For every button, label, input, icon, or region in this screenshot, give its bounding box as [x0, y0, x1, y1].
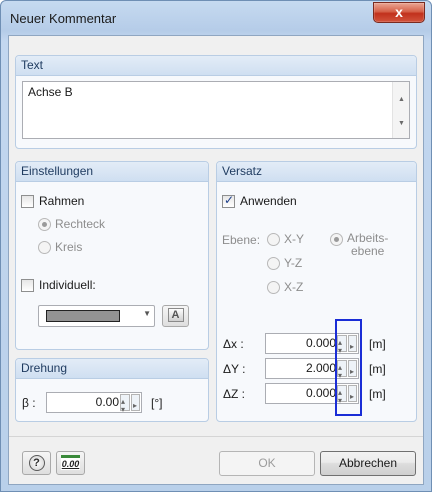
- anwenden-checkbox[interactable]: [222, 193, 235, 208]
- versatz-header: Versatz: [217, 162, 416, 182]
- arbeitsebene-radio[interactable]: [330, 233, 343, 246]
- dx-label: Δx :: [223, 337, 244, 351]
- text-style-icon: A: [167, 308, 184, 322]
- rahmen-checkbox-row[interactable]: Rahmen: [21, 194, 84, 208]
- kreis-radio-row[interactable]: Kreis: [38, 240, 82, 254]
- kreis-radio[interactable]: [38, 240, 51, 254]
- rechteck-radio-row[interactable]: Rechteck: [38, 217, 105, 231]
- rahmen-checkbox[interactable]: [21, 194, 34, 208]
- text-group: Text Achse B ▲ ▼: [15, 55, 417, 149]
- cancel-button[interactable]: Abbrechen: [320, 451, 416, 476]
- spinner-highlight-box: [335, 319, 362, 416]
- text-group-header: Text: [16, 56, 416, 76]
- rechteck-radio[interactable]: [38, 217, 51, 231]
- xz-radio-row[interactable]: X-Z: [267, 280, 303, 294]
- dx-value: 0.000: [305, 336, 336, 350]
- font-picker-button[interactable]: A: [162, 305, 189, 327]
- individuell-checkbox[interactable]: [21, 278, 34, 292]
- xy-radio-row[interactable]: X-Y: [267, 232, 304, 246]
- beta-input[interactable]: 0.00: [46, 392, 142, 419]
- versatz-group: Versatz Anwenden Ebene: X-Y Y-Z X-Z: [216, 161, 417, 422]
- beta-label: β :: [22, 396, 36, 410]
- close-button[interactable]: x: [373, 2, 425, 23]
- einstellungen-header: Einstellungen: [16, 162, 208, 182]
- xy-radio[interactable]: [267, 232, 280, 246]
- ebene-label: Ebene:: [222, 233, 261, 247]
- dx-unit: [m]: [369, 337, 386, 351]
- beta-spinner[interactable]: [120, 392, 140, 419]
- ok-button[interactable]: OK: [219, 451, 315, 476]
- dialog-client-area: Text Achse B ▲ ▼ Einstellungen Rahmen Re…: [8, 35, 424, 485]
- beta-value: 0.00: [95, 395, 119, 409]
- title-bar[interactable]: Neuer Kommentar x: [1, 1, 431, 35]
- einstellungen-group: Einstellungen Rahmen Rechteck Kreis Indi…: [15, 161, 209, 350]
- arbeitsebene-radio-row[interactable]: Arbeits- ebene: [330, 232, 388, 258]
- text-scrollbar[interactable]: ▲ ▼: [392, 82, 409, 138]
- help-icon: ?: [28, 455, 45, 471]
- dz-label: ΔZ :: [223, 387, 246, 401]
- drehung-group: Drehung β : 0.00 [°]: [15, 358, 209, 422]
- decimal-places-icon: 0.00: [60, 455, 81, 470]
- yz-label: Y-Z: [284, 256, 303, 270]
- arbeitsebene-label-2: ebene: [350, 244, 385, 258]
- units-button[interactable]: 0.00: [56, 451, 85, 475]
- individuell-label: Individuell:: [39, 278, 96, 292]
- anwenden-checkbox-row[interactable]: Anwenden: [222, 193, 297, 208]
- dz-value: 0.000: [305, 386, 336, 400]
- comment-text-value: Achse B: [28, 85, 73, 99]
- rechteck-label: Rechteck: [55, 217, 106, 231]
- xz-radio[interactable]: [267, 280, 280, 294]
- yz-radio[interactable]: [267, 256, 280, 270]
- arbeitsebene-label-block: Arbeits- ebene: [347, 232, 388, 258]
- dialog-window: Neuer Kommentar x Text Achse B ▲ ▼ Einst…: [0, 0, 432, 492]
- anwenden-label: Anwenden: [240, 194, 297, 208]
- rahmen-label: Rahmen: [39, 194, 85, 208]
- dz-unit: [m]: [369, 387, 386, 401]
- beta-unit: [°]: [151, 396, 163, 410]
- scroll-down-icon[interactable]: ▼: [393, 120, 410, 127]
- individuell-checkbox-row[interactable]: Individuell:: [21, 278, 96, 292]
- dy-value: 2.000: [305, 361, 336, 375]
- comment-text-input[interactable]: Achse B ▲ ▼: [22, 81, 410, 139]
- dy-unit: [m]: [369, 362, 386, 376]
- drehung-header: Drehung: [16, 359, 208, 379]
- yz-radio-row[interactable]: Y-Z: [267, 256, 302, 270]
- close-icon: x: [395, 4, 403, 20]
- beta-up-down-icon[interactable]: [120, 392, 130, 419]
- xy-label: X-Y: [284, 232, 305, 246]
- bottom-separator: [9, 436, 423, 437]
- color-swatch: [46, 310, 120, 322]
- kreis-label: Kreis: [55, 240, 83, 254]
- scroll-up-icon[interactable]: ▲: [393, 96, 410, 103]
- chevron-down-icon[interactable]: ▼: [143, 309, 151, 318]
- xz-label: X-Z: [284, 280, 304, 294]
- beta-right-icon[interactable]: [131, 394, 140, 415]
- help-button[interactable]: ?: [22, 451, 51, 475]
- color-combo[interactable]: ▼: [38, 305, 155, 327]
- dy-label: ΔY :: [223, 362, 246, 376]
- window-title: Neuer Kommentar: [10, 11, 117, 26]
